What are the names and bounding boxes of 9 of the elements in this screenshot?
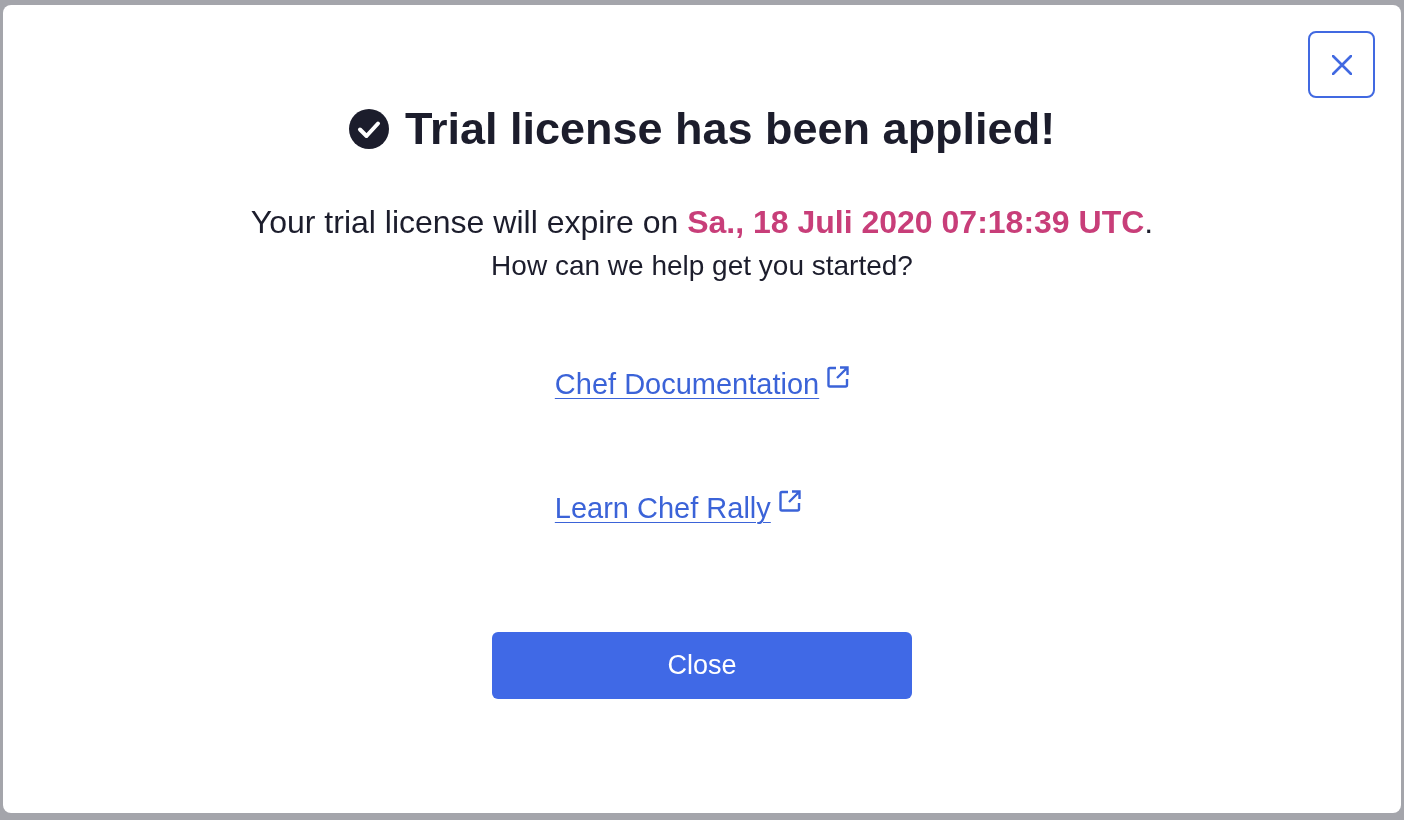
- expiry-message: Your trial license will expire on Sa., 18 Juli 2020 07:18:39 UTC.: [250, 203, 1154, 242]
- check-circle-icon: [348, 109, 389, 149]
- external-link[interactable]: Chef Documentation: [554, 364, 850, 404]
- close-icon: [1331, 54, 1352, 75]
- close-dialog-button[interactable]: Close: [492, 632, 912, 699]
- help-prompt: How can we help get you started?: [491, 249, 913, 283]
- external-link[interactable]: Learn Chef Rally: [554, 488, 801, 528]
- close-button[interactable]: [1308, 31, 1375, 98]
- dialog-title: Trial license has been applied!: [404, 104, 1056, 154]
